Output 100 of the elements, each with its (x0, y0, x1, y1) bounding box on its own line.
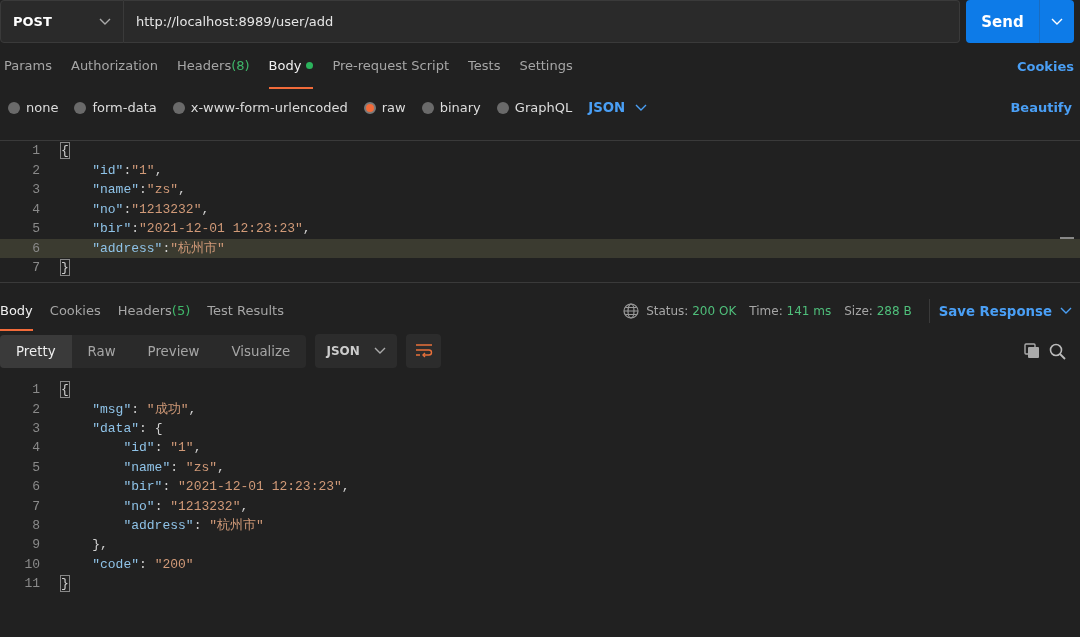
code-punct: : (131, 402, 141, 418)
code-key: "address" (123, 518, 194, 534)
code-key: "address" (92, 241, 163, 257)
code-punct: : (139, 556, 148, 572)
code-punct: : (139, 182, 147, 198)
line-number: 9 (31, 537, 40, 553)
code-punct: , (201, 201, 210, 217)
code-key: "id" (92, 162, 124, 178)
line-number: 4 (31, 440, 40, 456)
view-mode-tab[interactable]: Preview (131, 334, 216, 368)
chevron-down-icon (1051, 17, 1063, 26)
body-type-radio[interactable]: GraphQL (496, 100, 573, 115)
line-number: 3 (31, 420, 40, 436)
line-number: 1 (31, 143, 40, 159)
code-brace: } (61, 260, 69, 276)
copy-icon[interactable] (1024, 343, 1040, 359)
response-meta: Time: 141 ms (749, 304, 832, 318)
line-number: 10 (23, 556, 40, 572)
code-brace: { (61, 382, 69, 398)
method-dropdown[interactable]: POST (0, 0, 124, 43)
code-punct: : (162, 241, 171, 257)
line-number: 6 (31, 240, 40, 256)
request-tab[interactable]: Pre-request Script (332, 43, 450, 89)
line-number: 8 (31, 517, 40, 533)
code-string: "zs" (185, 459, 218, 475)
code-string: "2021-12-01 12:23:23" (139, 221, 303, 237)
format-dropdown[interactable]: JSON (315, 334, 398, 368)
code-key: "id" (123, 440, 155, 456)
code-punct: , (341, 479, 350, 495)
chevron-down-icon (373, 347, 386, 355)
code-punct: , (154, 162, 163, 178)
code-string: "1" (170, 440, 194, 456)
code-key: "bir" (92, 221, 132, 237)
code-punct: : (131, 221, 140, 237)
response-tab[interactable]: Cookies (49, 291, 101, 331)
view-mode-tab[interactable]: Visualize (215, 334, 307, 368)
code-key: "no" (92, 201, 124, 217)
line-number: 1 (31, 382, 40, 398)
code-punct: , (240, 498, 249, 514)
line-number: 4 (31, 201, 40, 217)
code-key: "name" (123, 459, 171, 475)
body-type-radio[interactable]: none (8, 100, 59, 115)
view-mode-tab[interactable]: Raw (71, 334, 132, 368)
body-type-radio[interactable]: raw (363, 100, 406, 115)
body-type-radio[interactable]: form-data (74, 100, 157, 115)
request-tab[interactable]: Settings (519, 43, 573, 89)
code-string: "1213232" (131, 201, 202, 217)
code-key: "no" (123, 498, 155, 514)
request-tab[interactable]: Body (268, 43, 314, 89)
request-tab[interactable]: Authorization (71, 43, 159, 89)
code-punct: , (302, 221, 311, 237)
code-punct: , (178, 182, 186, 198)
code-brace: { (61, 143, 69, 159)
request-tab[interactable]: Headers(8) (177, 43, 250, 89)
chevron-down-icon (635, 103, 648, 112)
format-dropdown[interactable]: JSON (588, 100, 648, 115)
body-type-radio[interactable]: x-www-form-urlencoded (172, 100, 348, 115)
save-response-button[interactable]: Save Response (938, 291, 1072, 331)
line-number: 2 (31, 162, 40, 178)
response-meta: Status: 200 OK (646, 304, 737, 318)
view-mode-tab[interactable]: Pretty (0, 334, 72, 368)
code-string: "2021-12-01 12:23:23" (178, 479, 342, 495)
code-key: "msg" (92, 402, 132, 418)
search-icon[interactable] (1049, 342, 1066, 360)
code-punct: , (217, 459, 225, 475)
code-string: "杭州市" (209, 518, 264, 534)
code-brace: } (92, 537, 100, 553)
code-punct: , (100, 537, 108, 553)
code-key: "data" (92, 420, 139, 436)
wrap-lines-button[interactable] (406, 334, 442, 368)
code-punct: : (162, 479, 172, 495)
response-tab[interactable]: Test Results (207, 291, 284, 331)
body-type-radio[interactable]: binary (421, 100, 481, 115)
code-punct: , (188, 402, 197, 418)
code-brace: { (154, 420, 163, 436)
code-punct: : (139, 420, 148, 436)
globe-icon[interactable] (623, 303, 640, 319)
response-tab[interactable]: Body (0, 291, 33, 331)
code-key: "bir" (123, 479, 163, 495)
line-number: 5 (31, 221, 40, 237)
code-string: "1" (131, 162, 155, 178)
code-punct: : (193, 518, 203, 534)
code-punct: : (123, 201, 132, 217)
code-punct: : (154, 498, 164, 514)
wrap-lines-icon (414, 343, 433, 359)
cookies-link[interactable]: Cookies (1016, 58, 1074, 74)
request-tab[interactable]: Params (4, 43, 52, 89)
code-string: "zs" (146, 182, 179, 198)
beautify-link[interactable]: Beautify (1010, 100, 1072, 115)
response-meta: Size: 288 B (844, 304, 912, 318)
code-string: "200" (154, 556, 194, 572)
request-body-editor[interactable]: 1 { 2 "id":"1", 3 "name":"zs", 4 "no":"1213232", 5 "bir":"2021-12-01 12:23:23", 6 "address":"杭州市" 7 } (0, 140, 1080, 283)
code-key: "code" (92, 556, 139, 572)
response-tab[interactable]: Headers(5) (117, 291, 191, 331)
request-tab[interactable]: Tests (468, 43, 501, 89)
code-key: "name" (92, 182, 139, 198)
chevron-down-icon (1060, 307, 1072, 315)
line-number: 3 (31, 182, 40, 198)
line-number: 11 (23, 576, 40, 592)
url-field[interactable]: http://localhost:8989/user/add (124, 0, 960, 43)
